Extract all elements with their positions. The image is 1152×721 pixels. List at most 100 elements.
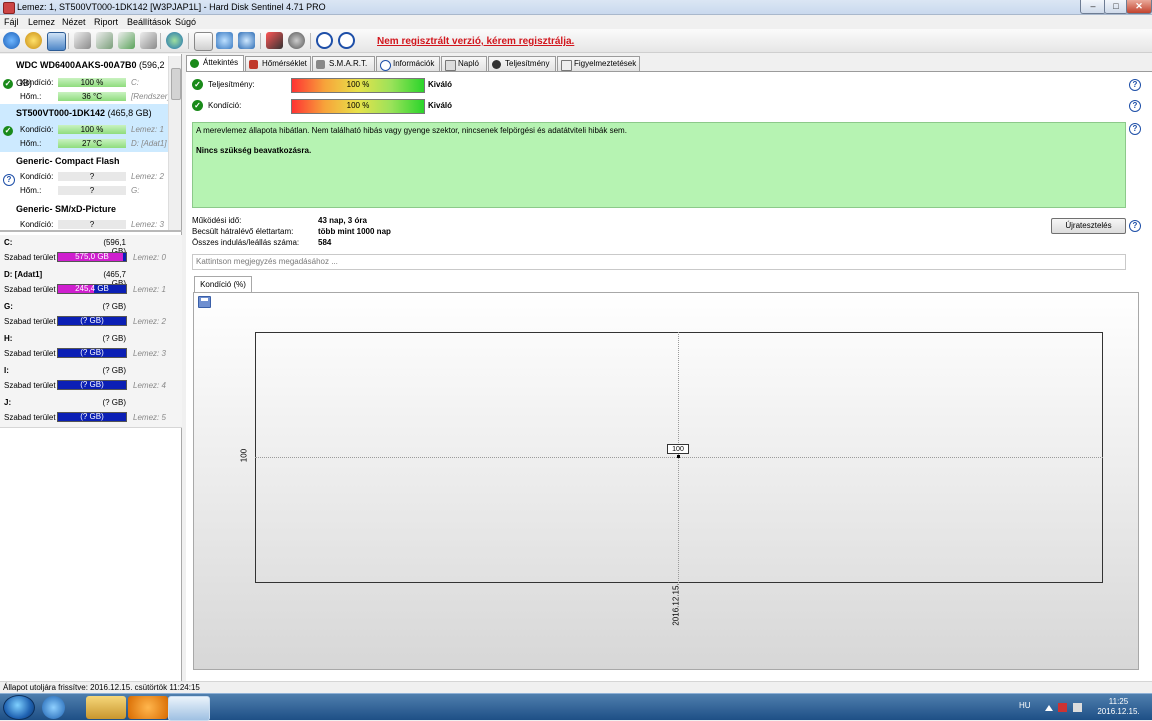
toolbar-separator [68,33,69,49]
taskbar: HU 11:25 2016.12.15. [0,693,1152,721]
disk-list-scrollbar[interactable] [168,56,181,230]
disk-name: Generic- Compact Flash [16,156,120,166]
partition-item[interactable]: I: (? GB) Szabad terület (? GB) Lemez: 4 [0,363,182,396]
free-space-bar: 575,0 GB [57,252,127,262]
menu-settings[interactable]: Beállítások [127,17,171,27]
tab-alerts[interactable]: Figyelmeztetések [557,56,640,71]
share-icon[interactable] [238,32,255,49]
y-tick-label: 100 [239,448,249,463]
temperature-label: Hőm.: [20,139,42,148]
toolbar-separator [310,33,311,49]
maximize-button[interactable]: □ [1104,0,1128,14]
tool-icon[interactable] [140,32,157,49]
check-icon: ✓ [3,126,13,136]
tab-bar: Áttekintés Hőmérséklet S.M.A.R.T. Inform… [186,55,1152,72]
disk-name: Generic- SM/xD-Picture [16,204,117,214]
save-icon[interactable] [198,296,211,308]
tab-log[interactable]: Napló [441,56,487,71]
register-link[interactable]: Nem regisztrált verzió, kérem regisztrál… [377,36,574,47]
temperature-bar: 36 °C [58,92,126,101]
partition-list: C: (596,1 GB) Szabad terület 575,0 GB Le… [0,235,182,485]
tab-overview[interactable]: Áttekintés [186,55,244,72]
menu-file[interactable]: Fájl [4,17,19,27]
partition-size: (? GB) [102,302,126,311]
disk-item[interactable]: WDC WD6400AAKS-00A7B0 (596,2 GB) ✓ Kondí… [0,56,170,104]
log-icon [445,60,456,71]
uptime-label: Működési idő: [192,216,242,225]
tab-performance[interactable]: Teljesítmény [488,56,556,71]
disk-name: ST500VT000-1DK142 (465,8 GB) [16,108,152,118]
partition-item[interactable]: D: [Adat1] (465,7 GB) Szabad terület 245… [0,267,182,300]
partition-item[interactable]: G: (? GB) Szabad terület (? GB) Lemez: 2 [0,299,182,332]
partition-item[interactable]: J: (? GB) Szabad terület (? GB) Lemez: 5 [0,395,182,428]
toolbar: Nem regisztrált verzió, kérem regisztrál… [0,29,1152,53]
tab-smart[interactable]: S.M.A.R.T. [312,56,375,71]
free-space-label: Szabad terület [4,349,56,358]
network-icon[interactable] [1073,703,1082,712]
retest-button[interactable]: Újratesztelés [1051,218,1126,234]
partition-letter: D: [Adat1] [4,270,43,279]
file-explorer-icon[interactable] [86,696,126,719]
condition-rating: Kiváló [428,101,453,110]
free-space-label: Szabad terület [4,413,56,422]
tab-condition-chart[interactable]: Kondíció (%) [194,276,252,292]
temperature-label: Hőm.: [20,186,42,195]
help-icon[interactable]: ? [1129,79,1141,91]
media-player-icon[interactable] [128,696,168,719]
check-icon [190,59,199,68]
help-icon[interactable]: ? [1129,220,1141,232]
partition-disk: Lemez: 5 [133,413,166,422]
tool-icon[interactable] [96,32,113,49]
sync-icon[interactable] [216,32,233,49]
minimize-button[interactable]: – [1080,0,1106,14]
menu-help[interactable]: Súgó [175,17,196,27]
tool-icon[interactable] [74,32,91,49]
help-icon[interactable]: ? [1129,123,1141,135]
smart-icon [316,60,325,69]
document-icon[interactable] [194,32,213,51]
menu-view[interactable]: Nézet [62,17,86,27]
thermometer-icon [249,60,258,69]
internet-explorer-icon[interactable] [42,696,65,719]
hard-disk-sentinel-task[interactable] [168,696,210,721]
start-button[interactable] [3,695,35,720]
disk-tool-icon[interactable] [288,32,305,49]
info-icon [380,60,391,71]
disk-info-icon[interactable] [25,32,42,49]
tab-temperature[interactable]: Hőmérséklet [245,56,311,71]
health-status-box: A merevlemez állapota hibátlan. Nem talá… [192,122,1126,208]
clock[interactable]: 11:25 2016.12.15. [1096,697,1141,717]
menu-disk[interactable]: Lemez [28,17,55,27]
scrollbar-thumb[interactable] [171,68,181,100]
note-input[interactable]: Kattintson megjegyzés megadásához ... [192,254,1126,270]
disk-item[interactable]: Generic- Compact Flash ? Kondíció: ? Lem… [0,152,168,200]
clock-date: 2016.12.15. [1097,707,1140,716]
partition-item[interactable]: H: (? GB) Szabad terület (? GB) Lemez: 3 [0,331,182,364]
disk-item-selected[interactable]: ST500VT000-1DK142 (465,8 GB) ✓ Kondíció:… [0,104,168,152]
refresh-icon[interactable] [3,32,20,49]
menu-report[interactable]: Riport [94,17,118,27]
help-icon[interactable]: ? [1129,100,1141,112]
tray-expand-icon[interactable] [1045,705,1053,711]
toolbar-separator [188,33,189,49]
no-smart-icon[interactable] [266,32,283,49]
language-indicator[interactable]: HU [1019,701,1031,710]
tab-information[interactable]: Információk [376,56,440,71]
report-window-icon[interactable] [47,32,66,51]
partition-size: (? GB) [102,334,126,343]
app-icon [3,2,15,14]
tool-icon[interactable] [118,32,135,49]
condition-label: Kondíció: [20,220,54,229]
partition-disk: Lemez: 4 [133,381,166,390]
data-label: 100 [667,444,689,454]
condition-label: Kondíció: [208,101,242,110]
close-button[interactable]: ✕ [1126,0,1152,14]
free-space-bar: (? GB) [57,380,127,390]
help-icon[interactable] [316,32,333,49]
partition-item[interactable]: C: (596,1 GB) Szabad terület 575,0 GB Le… [0,235,182,268]
disk-item[interactable]: Generic- SM/xD-Picture Kondíció: ? Lemez… [0,200,168,230]
start-count-value: 584 [318,238,332,247]
globe-icon[interactable] [166,32,183,49]
flag-icon[interactable] [1058,703,1067,712]
about-icon[interactable] [338,32,355,49]
